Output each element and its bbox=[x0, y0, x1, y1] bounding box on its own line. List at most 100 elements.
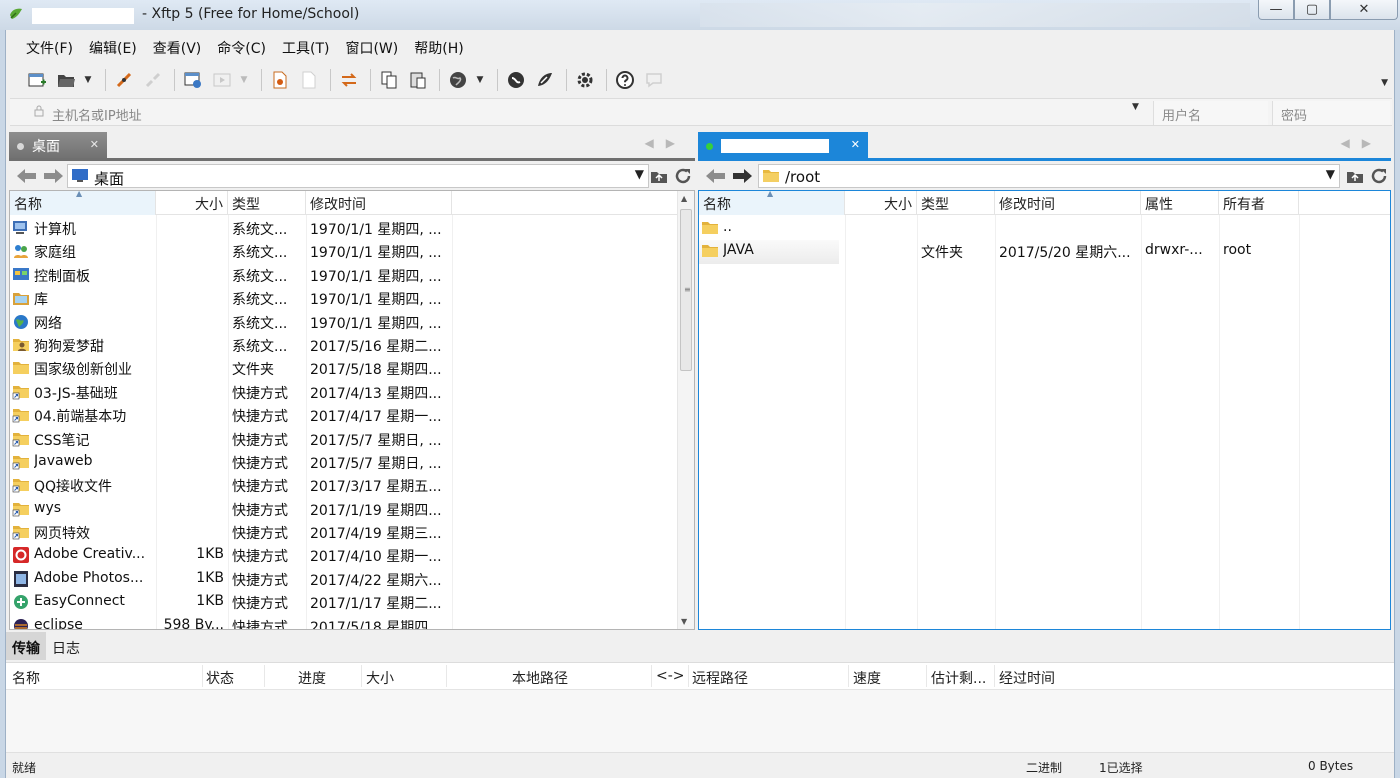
file-row[interactable]: 控制面板 系统文... 1970/1/1 星期四, ... bbox=[10, 264, 694, 287]
status-transfer-mode[interactable]: 二进制 bbox=[1026, 759, 1062, 776]
globe-dropdown-icon[interactable]: ▼ bbox=[471, 67, 489, 93]
back-forward-icon[interactable] bbox=[704, 166, 754, 186]
connect-icon[interactable] bbox=[111, 67, 137, 93]
xftp-icon[interactable] bbox=[532, 67, 558, 93]
refresh-icon[interactable] bbox=[1369, 166, 1389, 186]
column-size[interactable]: 大小 bbox=[845, 191, 917, 215]
remote-file-list[interactable]: 名称 ▲ 大小 类型 修改时间 属性 所有者 .. JAVA 文件夹 2017/5/2… bbox=[698, 190, 1391, 630]
delete-file-icon[interactable] bbox=[296, 67, 322, 93]
column-direction[interactable]: <-> bbox=[656, 668, 685, 684]
open-folder-icon[interactable] bbox=[53, 67, 79, 93]
column-modified[interactable]: 修改时间 bbox=[995, 191, 1141, 215]
parent-folder-icon[interactable] bbox=[1345, 166, 1365, 186]
file-row[interactable]: 国家级创新创业 文件夹 2017/5/18 星期四... bbox=[10, 357, 694, 380]
back-forward-icon[interactable] bbox=[15, 166, 65, 186]
file-row[interactable]: 网络 系统文... 1970/1/1 星期四, ... bbox=[10, 311, 694, 334]
scroll-up-icon[interactable]: ▲ bbox=[681, 194, 687, 203]
column-local-path[interactable]: 本地路径 bbox=[512, 668, 568, 688]
globe-icon[interactable] bbox=[445, 67, 471, 93]
open-folder-dropdown-icon[interactable]: ▼ bbox=[79, 67, 97, 93]
column-type[interactable]: 类型 bbox=[917, 191, 995, 215]
menu-tools[interactable]: 工具(T) bbox=[274, 34, 337, 60]
host-input[interactable]: 主机名或IP地址 bbox=[12, 101, 1147, 125]
disconnect-icon[interactable] bbox=[140, 67, 166, 93]
file-row[interactable]: 狗狗爱梦甜 系统文... 2017/5/16 星期二... bbox=[10, 334, 694, 357]
local-vertical-scrollbar[interactable]: ▲ ≡ ▼ bbox=[677, 191, 694, 629]
column-elapsed[interactable]: 经过时间 bbox=[999, 668, 1055, 688]
tab-close-icon[interactable]: ✕ bbox=[90, 138, 99, 151]
play-icon[interactable] bbox=[209, 67, 235, 93]
column-name[interactable]: 名称 bbox=[12, 668, 40, 688]
file-row[interactable]: 计算机 系统文... 1970/1/1 星期四, ... bbox=[10, 217, 694, 240]
file-row[interactable]: eclipse 598 By... 快捷方式 2017/5/18 星期四... bbox=[10, 615, 694, 629]
tab-desktop[interactable]: 桌面 ✕ bbox=[9, 132, 107, 160]
file-row[interactable]: EasyConnect 1KB 快捷方式 2017/1/17 星期二... bbox=[10, 591, 694, 614]
file-row[interactable]: CSS笔记 快捷方式 2017/5/7 星期日, ... bbox=[10, 428, 694, 451]
tab-remote-session[interactable]: ✕ bbox=[698, 132, 868, 160]
host-dropdown-icon[interactable]: ▼ bbox=[1132, 102, 1139, 112]
column-attributes[interactable]: 属性 bbox=[1141, 191, 1219, 215]
toolbar-overflow-icon[interactable]: ▼ bbox=[1381, 78, 1388, 88]
menu-view[interactable]: 查看(V) bbox=[145, 34, 210, 60]
transfer-icon[interactable] bbox=[336, 67, 362, 93]
column-size[interactable]: 大小 bbox=[156, 191, 228, 215]
parent-folder-icon[interactable] bbox=[649, 166, 669, 186]
username-input[interactable]: 用户名 bbox=[1153, 101, 1268, 125]
new-session-icon[interactable] bbox=[24, 67, 50, 93]
help-icon[interactable] bbox=[612, 67, 638, 93]
file-row[interactable]: 家庭组 系统文... 1970/1/1 星期四, ... bbox=[10, 240, 694, 263]
file-row[interactable]: 03-JS-基础班 快捷方式 2017/4/13 星期四... bbox=[10, 381, 694, 404]
session-properties-icon[interactable] bbox=[180, 67, 206, 93]
column-status[interactable]: 状态 bbox=[206, 668, 234, 688]
column-progress[interactable]: 进度 bbox=[298, 668, 326, 688]
transfer-list-body[interactable] bbox=[6, 690, 1394, 752]
file-row[interactable]: Adobe Creativ... 1KB 快捷方式 2017/4/10 星期一... bbox=[10, 544, 694, 567]
password-input[interactable]: 密码 bbox=[1272, 101, 1390, 125]
file-row[interactable]: 库 系统文... 1970/1/1 星期四, ... bbox=[10, 287, 694, 310]
tab-scroll-arrows[interactable]: ◀▶ bbox=[1341, 136, 1383, 150]
local-file-list[interactable]: 名称 ▲ 大小 类型 修改时间 计算机 系统文... 1970/1/1 星期四, .… bbox=[9, 190, 695, 630]
minimize-button[interactable]: — bbox=[1258, 0, 1294, 20]
menu-edit[interactable]: 编辑(E) bbox=[81, 34, 145, 60]
paste-icon[interactable] bbox=[405, 67, 431, 93]
tab-close-icon[interactable]: ✕ bbox=[851, 138, 860, 151]
file-row[interactable]: 网页特效 快捷方式 2017/4/19 星期三... bbox=[10, 521, 694, 544]
chat-icon[interactable] bbox=[641, 67, 667, 93]
file-row[interactable]: Adobe Photos... 1KB 快捷方式 2017/4/22 星期六... bbox=[10, 568, 694, 591]
file-row[interactable]: 04.前端基本功 快捷方式 2017/4/17 星期一... bbox=[10, 404, 694, 427]
column-name[interactable]: 名称 bbox=[10, 191, 156, 215]
path-dropdown-icon[interactable]: ▼ bbox=[635, 167, 644, 181]
file-row[interactable]: QQ接收文件 快捷方式 2017/3/17 星期五... bbox=[10, 474, 694, 497]
maximize-button[interactable]: ▢ bbox=[1294, 0, 1330, 20]
column-speed[interactable]: 速度 bbox=[853, 668, 881, 688]
tab-scroll-arrows[interactable]: ◀▶ bbox=[645, 136, 687, 150]
file-row[interactable]: JAVA 文件夹 2017/5/20 星期六... drwxr-... root bbox=[699, 240, 1251, 264]
column-modified[interactable]: 修改时间 bbox=[306, 191, 452, 215]
file-row[interactable]: .. bbox=[699, 217, 1390, 240]
column-size[interactable]: 大小 bbox=[366, 668, 394, 688]
menu-command[interactable]: 命令(C) bbox=[209, 34, 274, 60]
menu-help[interactable]: 帮助(H) bbox=[406, 34, 471, 60]
column-type[interactable]: 类型 bbox=[228, 191, 306, 215]
menu-file[interactable]: 文件(F) bbox=[18, 34, 81, 60]
copy-icon[interactable] bbox=[376, 67, 402, 93]
file-row[interactable]: Javaweb 快捷方式 2017/5/7 星期日, ... bbox=[10, 451, 694, 474]
refresh-icon[interactable] bbox=[673, 166, 693, 186]
menu-window[interactable]: 窗口(W) bbox=[337, 34, 406, 60]
scroll-down-icon[interactable]: ▼ bbox=[681, 617, 687, 626]
column-owner[interactable]: 所有者 bbox=[1219, 191, 1299, 215]
path-dropdown-icon[interactable]: ▼ bbox=[1326, 167, 1335, 181]
column-eta[interactable]: 估计剩... bbox=[931, 668, 986, 688]
scroll-thumb[interactable]: ≡ bbox=[680, 209, 692, 371]
tab-transfer[interactable]: 传输 bbox=[6, 632, 46, 660]
tab-log[interactable]: 日志 bbox=[46, 632, 86, 660]
close-button[interactable]: ✕ bbox=[1330, 0, 1398, 20]
column-remote-path[interactable]: 远程路径 bbox=[692, 668, 748, 688]
file-row[interactable]: wys 快捷方式 2017/1/19 星期四... bbox=[10, 498, 694, 521]
remote-path-input[interactable]: /root ▼ bbox=[758, 164, 1340, 188]
local-path-input[interactable]: 桌面 ▼ bbox=[67, 164, 649, 188]
settings-icon[interactable] bbox=[572, 67, 598, 93]
xshell-icon[interactable] bbox=[503, 67, 529, 93]
play-dropdown-icon[interactable]: ▼ bbox=[235, 67, 253, 93]
new-file-icon[interactable] bbox=[267, 67, 293, 93]
